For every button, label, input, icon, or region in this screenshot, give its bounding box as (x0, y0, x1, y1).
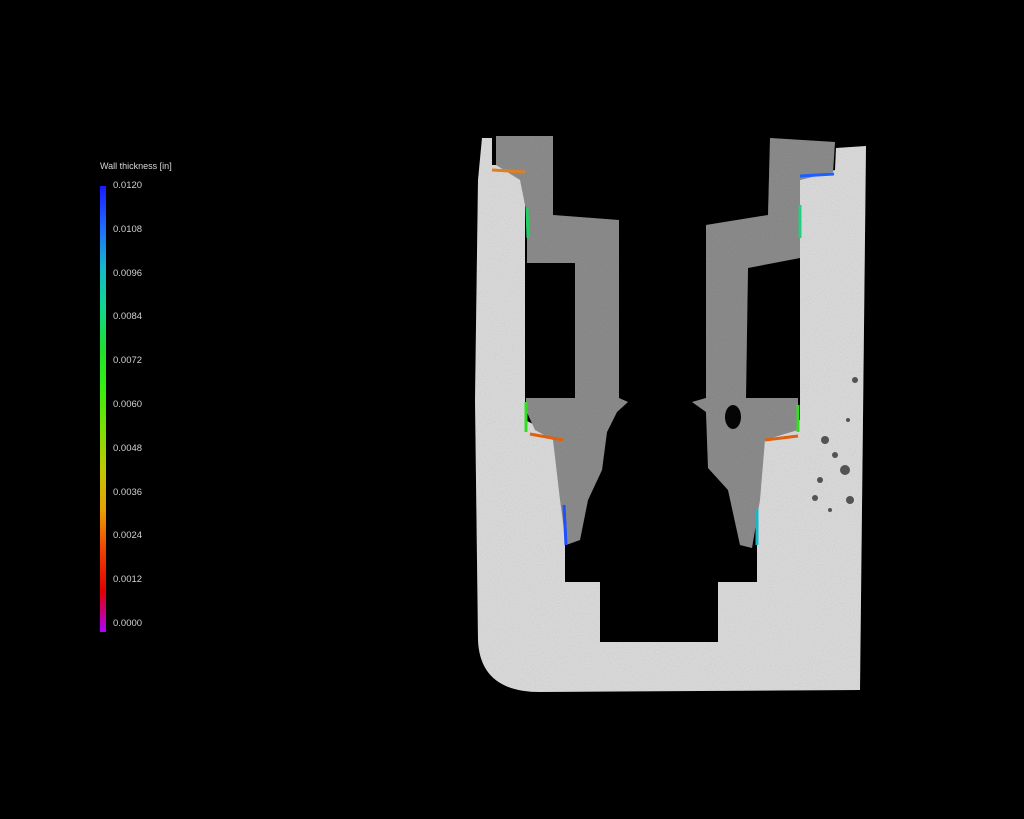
void-defect (725, 405, 741, 429)
ct-scan-cross-section (475, 136, 866, 692)
